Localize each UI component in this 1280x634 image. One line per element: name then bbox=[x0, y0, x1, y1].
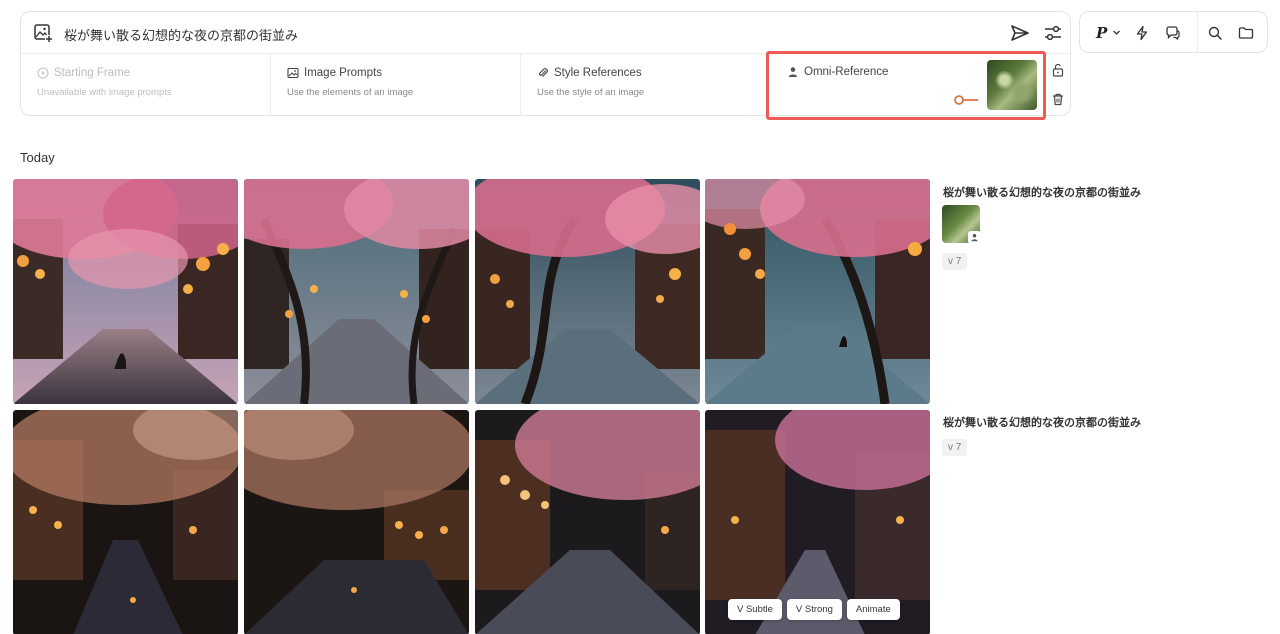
omni-reference-thumbnail[interactable] bbox=[942, 205, 981, 244]
person-icon bbox=[787, 66, 799, 78]
send-icon[interactable] bbox=[1009, 22, 1031, 44]
bolt-icon[interactable] bbox=[1134, 23, 1150, 43]
image-plus-icon[interactable] bbox=[32, 22, 54, 44]
top-toolbar: P bbox=[1079, 11, 1268, 53]
search-icon[interactable] bbox=[1207, 23, 1223, 43]
prompt-input[interactable]: 桜が舞い散る幻想的な夜の京都の街並み bbox=[64, 25, 298, 44]
generated-image[interactable] bbox=[244, 179, 469, 404]
unlock-icon[interactable] bbox=[1051, 63, 1065, 77]
generated-image[interactable] bbox=[475, 179, 700, 404]
image-prompts-subtitle: Use the elements of an image bbox=[287, 87, 414, 98]
animate-button[interactable]: Animate bbox=[846, 599, 900, 620]
paperclip-icon bbox=[537, 67, 549, 79]
chat-icon[interactable] bbox=[1165, 23, 1181, 43]
image-hover-actions: V Subtle V Strong Animate bbox=[728, 599, 900, 620]
omni-reference-thumbnail[interactable] bbox=[987, 60, 1037, 110]
style-references-label: Style References bbox=[554, 67, 642, 79]
version-dropdown[interactable]: P bbox=[1096, 23, 1121, 43]
group-prompt[interactable]: 桜が舞い散る幻想的な夜の京都の街並み bbox=[943, 184, 1141, 200]
folder-icon[interactable] bbox=[1238, 23, 1254, 43]
starting-frame-option: Starting Frame Unavailable with image pr… bbox=[21, 54, 270, 116]
generated-image[interactable] bbox=[13, 410, 238, 634]
chevron-down-icon bbox=[1112, 24, 1121, 42]
prompt-row: 桜が舞い散る幻想的な夜の京都の街並み bbox=[21, 12, 1070, 54]
generated-image[interactable] bbox=[244, 410, 469, 634]
toolbar-divider bbox=[1197, 12, 1198, 52]
vary-strong-button[interactable]: V Strong bbox=[786, 599, 842, 620]
sliders-icon[interactable] bbox=[1042, 22, 1064, 44]
omni-weight-slider[interactable] bbox=[953, 93, 979, 105]
person-icon bbox=[968, 231, 981, 244]
image-prompts-label: Image Prompts bbox=[304, 67, 382, 79]
image-icon bbox=[287, 67, 299, 79]
version-label: P bbox=[1096, 24, 1108, 42]
section-title: Today bbox=[20, 150, 55, 165]
style-references-subtitle: Use the style of an image bbox=[537, 87, 645, 98]
generated-image[interactable] bbox=[475, 410, 700, 634]
version-badge: v 7 bbox=[942, 439, 968, 456]
starting-frame-subtitle: Unavailable with image prompts bbox=[37, 87, 172, 98]
generated-image[interactable] bbox=[705, 179, 930, 404]
version-badge: v 7 bbox=[942, 253, 968, 270]
omni-reference-option[interactable]: Omni-Reference bbox=[766, 51, 1046, 120]
play-circle-icon bbox=[37, 67, 49, 79]
vary-subtle-button[interactable]: V Subtle bbox=[728, 599, 782, 620]
generated-image[interactable] bbox=[13, 179, 238, 404]
image-prompts-option[interactable]: Image Prompts Use the elements of an ima… bbox=[270, 54, 520, 116]
style-references-option[interactable]: Style References Use the style of an ima… bbox=[520, 54, 770, 116]
group-prompt[interactable]: 桜が舞い散る幻想的な夜の京都の街並み bbox=[943, 414, 1141, 430]
starting-frame-label: Starting Frame bbox=[54, 67, 131, 79]
omni-reference-label: Omni-Reference bbox=[804, 66, 889, 78]
trash-icon[interactable] bbox=[1051, 92, 1065, 106]
